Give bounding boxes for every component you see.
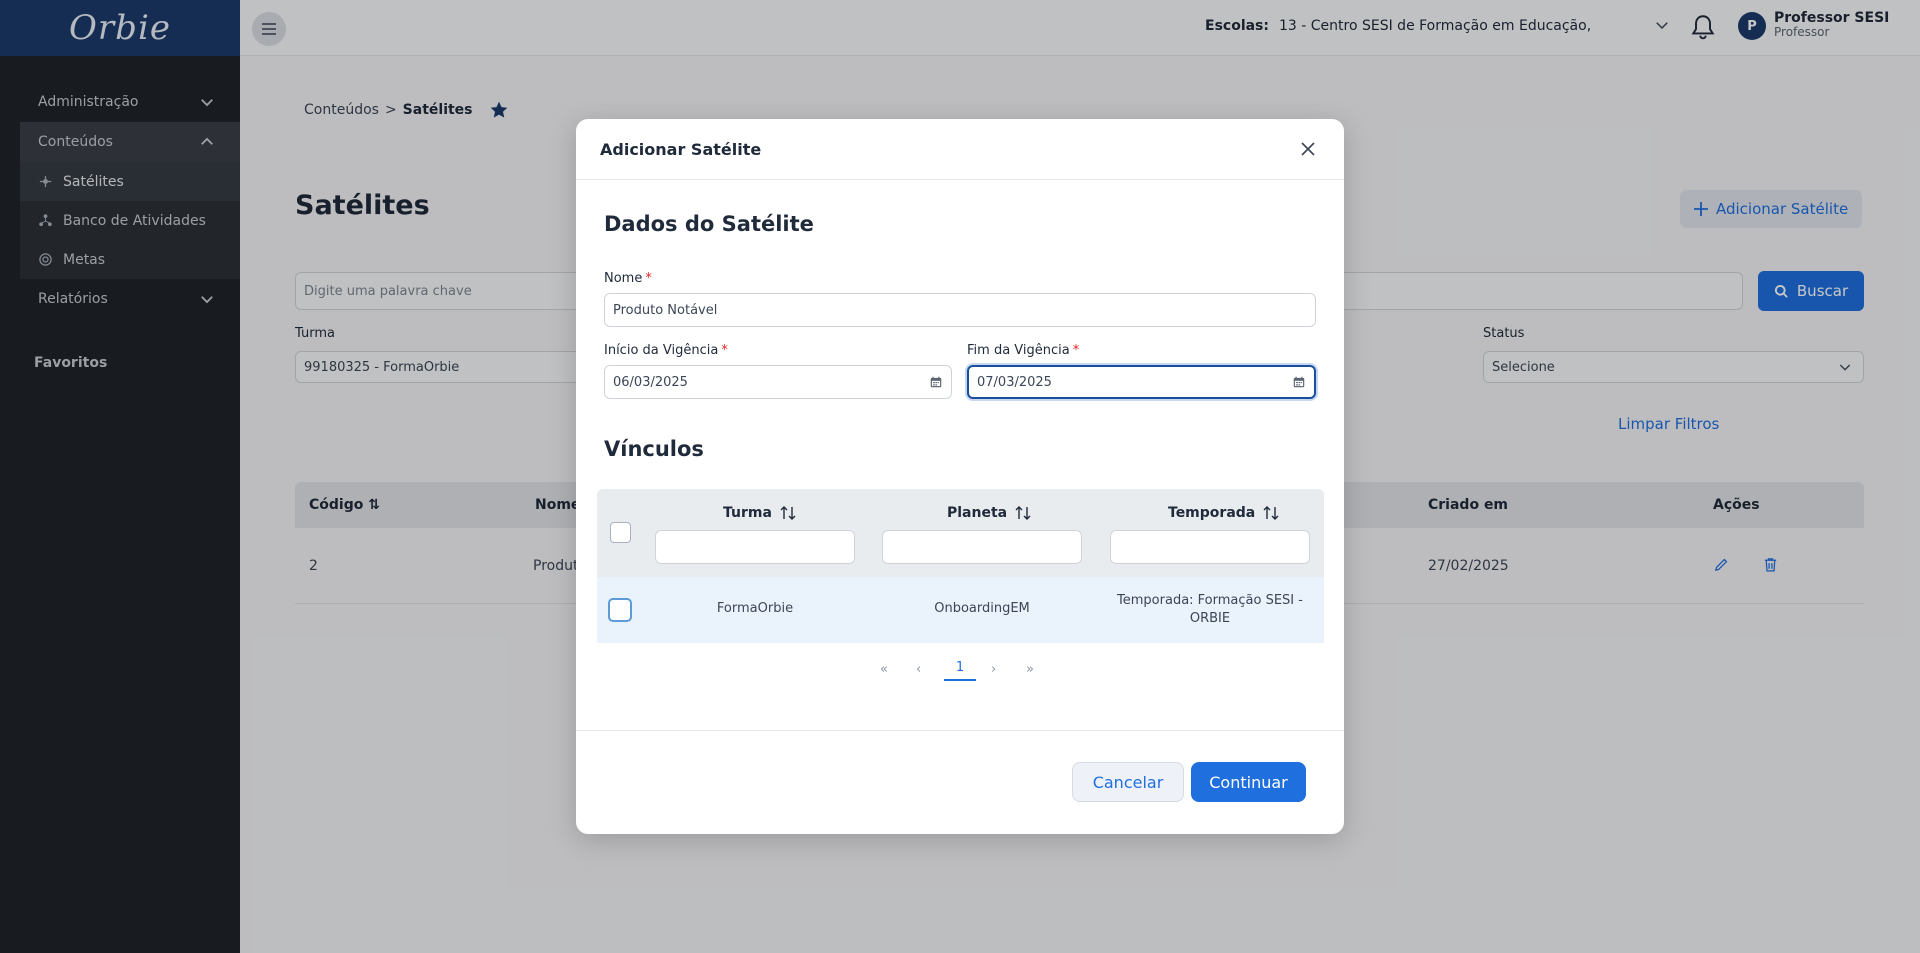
prev-page-button[interactable]: ‹	[916, 662, 921, 677]
section-title-dados: Dados do Satélite	[604, 212, 814, 236]
table-row[interactable]: FormaOrbie OnboardingEM Temporada: Forma…	[597, 577, 1324, 643]
cell-turma: FormaOrbie	[716, 601, 794, 616]
fim-value: 07/03/2025	[977, 374, 1052, 390]
nome-value: Produto Notável	[613, 302, 718, 318]
turma-filter-input[interactable]	[655, 530, 855, 564]
sort-icon	[1263, 506, 1279, 520]
cell-planeta: OnboardingEM	[934, 601, 1030, 616]
col-turma[interactable]: Turma	[723, 505, 796, 521]
fim-label: Fim da Vigência *	[967, 343, 1080, 358]
add-satellite-modal: Adicionar Satélite Dados do Satélite Nom…	[576, 119, 1344, 834]
next-page-button[interactable]: ›	[991, 662, 996, 677]
nome-label: Nome *	[604, 271, 652, 286]
planeta-filter-input[interactable]	[882, 530, 1082, 564]
cell-temporada: Temporada: Formação SESI - ORBIE	[1117, 593, 1303, 626]
last-page-button[interactable]: »	[1026, 662, 1034, 677]
col-temporada[interactable]: Temporada	[1168, 505, 1279, 521]
page-1-button[interactable]: 1	[944, 660, 976, 681]
row-checkbox[interactable]	[608, 598, 632, 622]
modal-title: Adicionar Satélite	[600, 139, 762, 159]
inicio-label: Início da Vigência *	[604, 343, 728, 358]
close-icon	[1301, 142, 1315, 156]
vinculos-table-header: Turma Planeta Temporada	[597, 489, 1324, 577]
sort-icon	[1015, 506, 1031, 520]
col-planeta[interactable]: Planeta	[947, 505, 1031, 521]
cancel-button[interactable]: Cancelar	[1072, 762, 1184, 802]
temporada-filter-input[interactable]	[1110, 530, 1310, 564]
section-title-vinculos: Vínculos	[604, 437, 704, 461]
continue-button[interactable]: Continuar	[1191, 762, 1306, 802]
close-button[interactable]	[1296, 137, 1320, 161]
fim-date-input[interactable]: 07/03/2025	[967, 365, 1316, 399]
nome-input[interactable]: Produto Notável	[604, 293, 1316, 327]
calendar-icon[interactable]	[1292, 375, 1306, 389]
select-all-checkbox[interactable]	[610, 522, 631, 543]
calendar-icon[interactable]	[929, 375, 943, 389]
modal-header: Adicionar Satélite	[576, 119, 1344, 180]
inicio-date-input[interactable]: 06/03/2025	[604, 365, 952, 399]
inicio-value: 06/03/2025	[613, 374, 688, 390]
pagination: « ‹ 1 › »	[576, 656, 1344, 686]
first-page-button[interactable]: «	[880, 662, 888, 677]
modal-footer: Cancelar Continuar	[576, 730, 1344, 834]
sort-icon	[780, 506, 796, 520]
